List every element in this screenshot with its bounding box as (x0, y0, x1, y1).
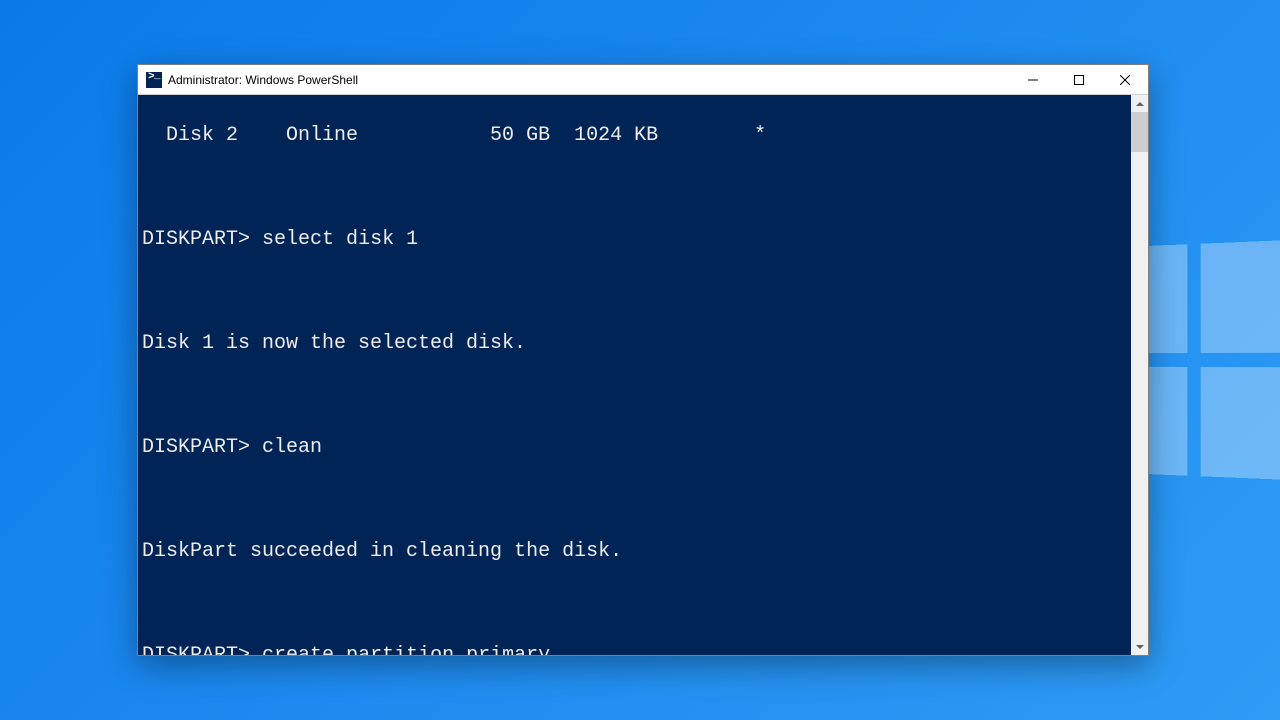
minimize-button[interactable] (1010, 65, 1056, 95)
terminal-output[interactable]: Disk 2 Online 50 GB 1024 KB * DISKPART> … (138, 95, 1131, 655)
command: create partition primary (262, 644, 550, 655)
terminal-line (142, 175, 1131, 201)
chevron-down-icon (1136, 645, 1144, 649)
terminal-line (142, 591, 1131, 617)
terminal-line: DISKPART> clean (142, 435, 1131, 461)
close-icon (1120, 75, 1130, 85)
scroll-thumb[interactable] (1131, 112, 1148, 152)
vertical-scrollbar[interactable] (1131, 95, 1148, 655)
command: clean (262, 436, 322, 459)
close-button[interactable] (1102, 65, 1148, 95)
command: select disk 1 (262, 228, 418, 251)
terminal-line: DISKPART> select disk 1 (142, 227, 1131, 253)
prompt: DISKPART> (142, 644, 250, 655)
prompt: DISKPART> (142, 436, 250, 459)
minimize-icon (1028, 75, 1038, 85)
prompt: DISKPART> (142, 228, 250, 251)
window-title: Administrator: Windows PowerShell (168, 73, 358, 87)
scroll-down-button[interactable] (1131, 638, 1148, 655)
terminal-line: DiskPart succeeded in cleaning the disk. (142, 539, 1131, 565)
terminal-line: Disk 2 Online 50 GB 1024 KB * (142, 123, 1131, 149)
scroll-up-button[interactable] (1131, 95, 1148, 112)
scroll-track[interactable] (1131, 112, 1148, 638)
titlebar[interactable]: Administrator: Windows PowerShell (138, 65, 1148, 95)
powershell-window: Administrator: Windows PowerShell Disk 2… (137, 64, 1149, 656)
terminal-line: Disk 1 is now the selected disk. (142, 331, 1131, 357)
chevron-up-icon (1136, 102, 1144, 106)
powershell-icon (146, 72, 162, 88)
terminal-line (142, 383, 1131, 409)
terminal-line (142, 279, 1131, 305)
maximize-icon (1074, 75, 1084, 85)
maximize-button[interactable] (1056, 65, 1102, 95)
terminal-line (142, 487, 1131, 513)
terminal-line: DISKPART> create partition primary (142, 643, 1131, 655)
